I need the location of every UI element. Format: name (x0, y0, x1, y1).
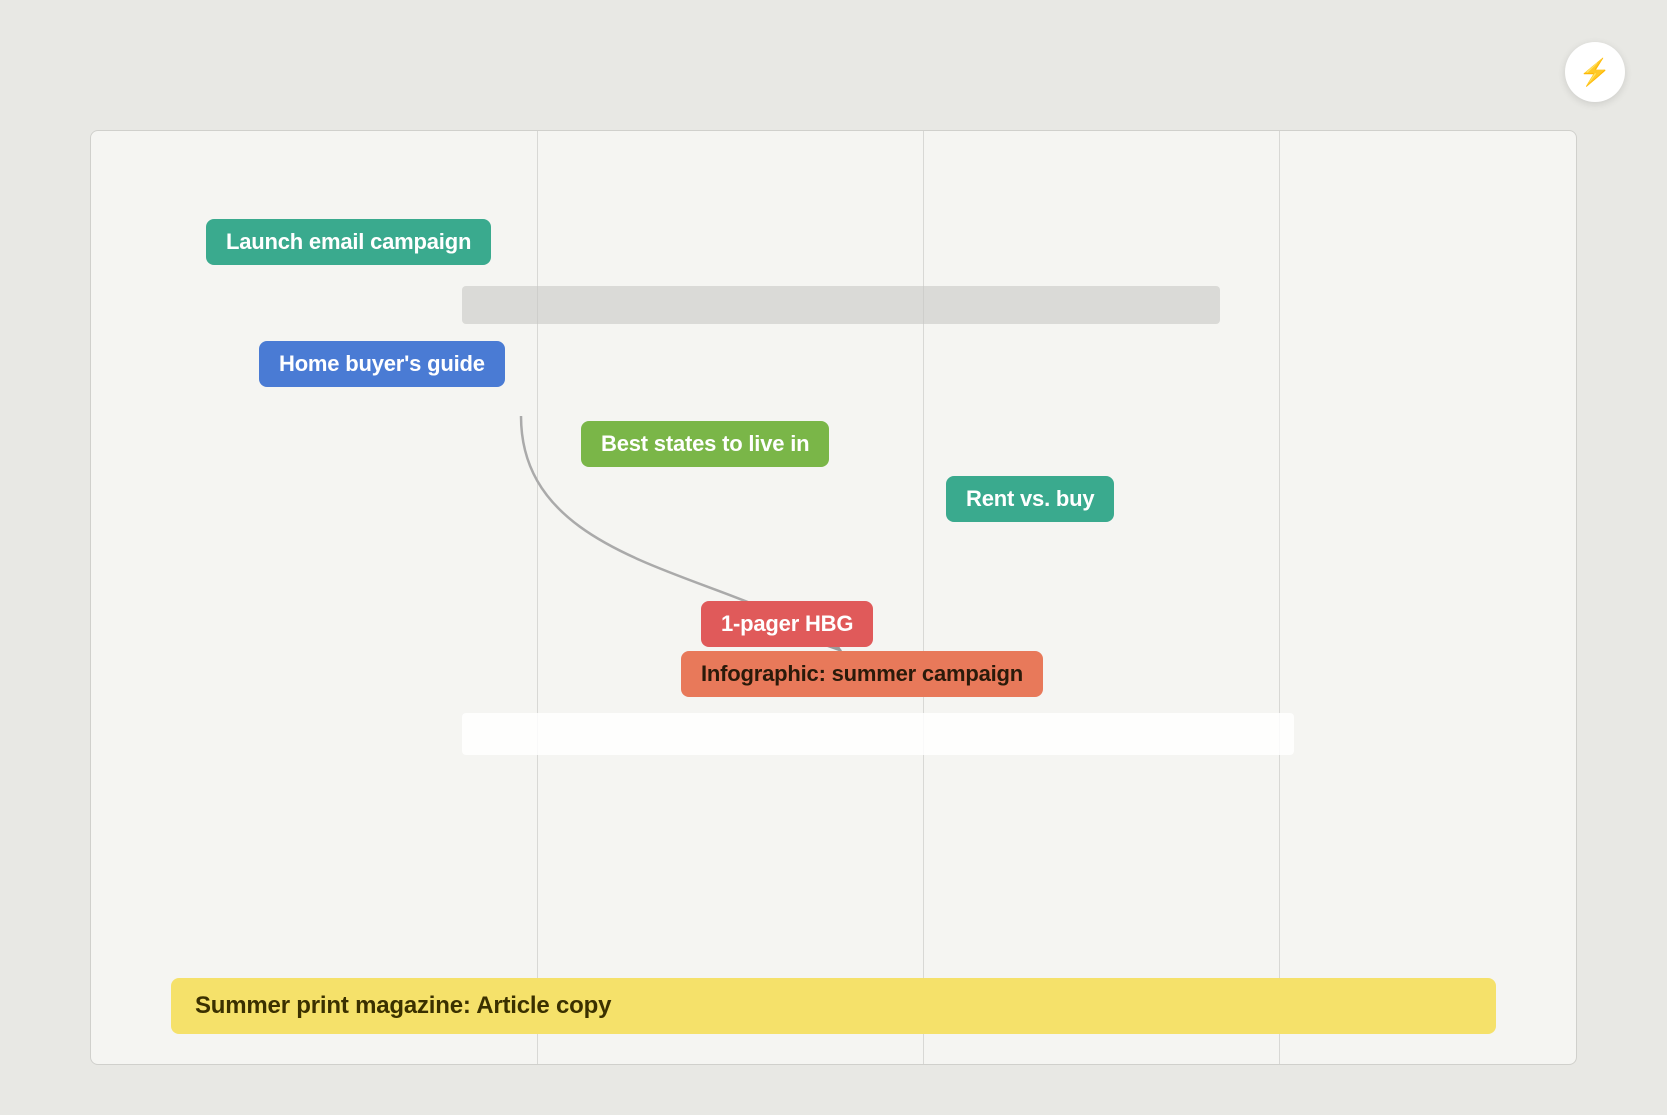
best-states-chip[interactable]: Best states to live in (581, 421, 829, 467)
main-card: Launch email campaign Home buyer's guide… (90, 130, 1577, 1065)
grid-line-1 (537, 131, 538, 1064)
white-bar-1 (462, 713, 1294, 755)
one-pager-chip[interactable]: 1-pager HBG (701, 601, 873, 647)
rent-vs-buy-chip[interactable]: Rent vs. buy (946, 476, 1114, 522)
launch-email-chip[interactable]: Launch email campaign (206, 219, 491, 265)
grid-line-2 (923, 131, 924, 1064)
home-buyer-chip[interactable]: Home buyer's guide (259, 341, 505, 387)
grid-lines (91, 131, 1576, 1064)
grid-line-3 (1279, 131, 1280, 1064)
connection-arrow (91, 131, 1576, 1064)
lightning-icon: ⚡ (1579, 57, 1611, 88)
infographic-chip[interactable]: Infographic: summer campaign (681, 651, 1043, 697)
summer-print-chip[interactable]: Summer print magazine: Article copy (171, 978, 1496, 1034)
lightning-button[interactable]: ⚡ (1565, 42, 1625, 102)
timeline-bar-1 (462, 286, 1219, 324)
